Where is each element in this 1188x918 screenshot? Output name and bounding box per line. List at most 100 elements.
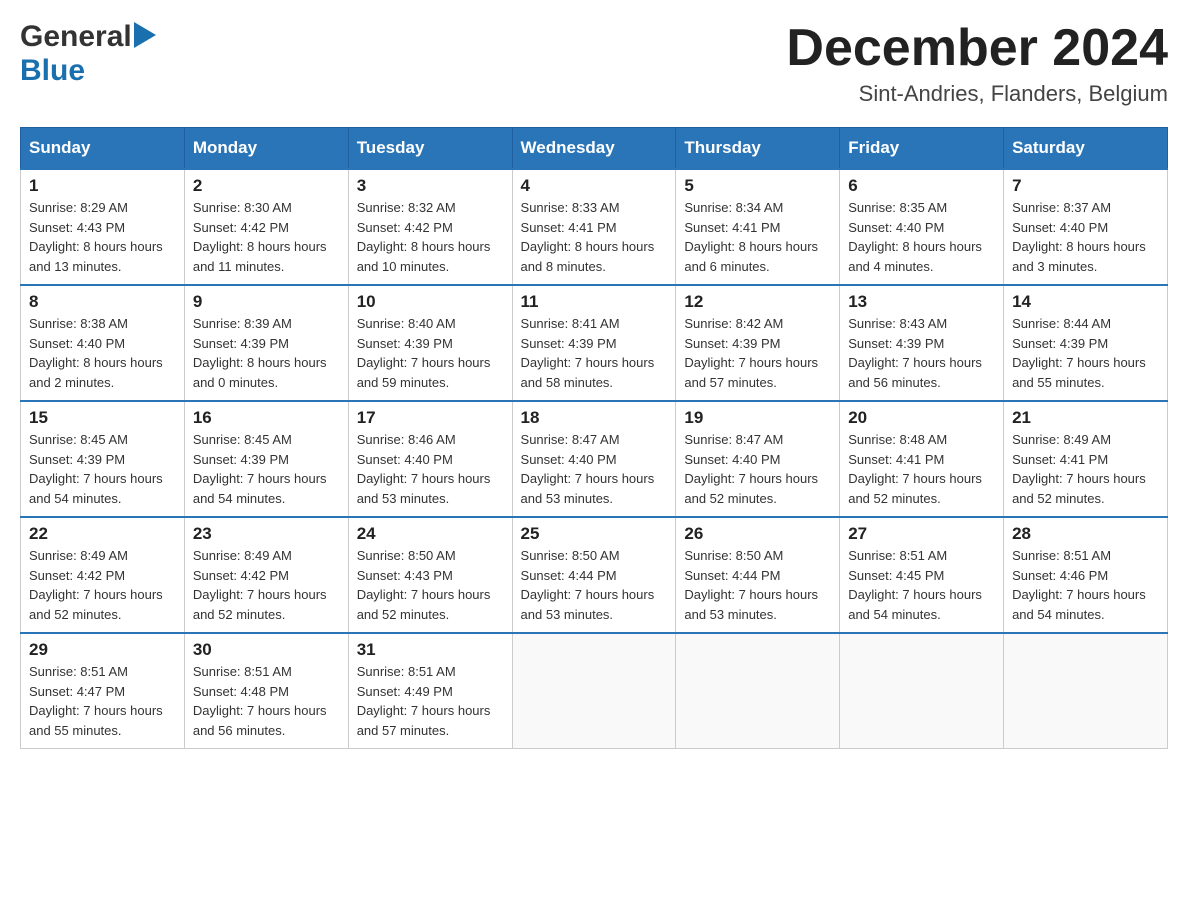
day-number: 9 bbox=[193, 292, 340, 312]
day-info: Sunrise: 8:48 AMSunset: 4:41 PMDaylight:… bbox=[848, 430, 995, 508]
day-info: Sunrise: 8:34 AMSunset: 4:41 PMDaylight:… bbox=[684, 198, 831, 276]
calendar-header: SundayMondayTuesdayWednesdayThursdayFrid… bbox=[21, 128, 1168, 170]
weekday-header-tuesday: Tuesday bbox=[348, 128, 512, 170]
day-number: 30 bbox=[193, 640, 340, 660]
day-info: Sunrise: 8:47 AMSunset: 4:40 PMDaylight:… bbox=[684, 430, 831, 508]
day-number: 31 bbox=[357, 640, 504, 660]
calendar-week-row: 8Sunrise: 8:38 AMSunset: 4:40 PMDaylight… bbox=[21, 285, 1168, 401]
calendar-cell: 25Sunrise: 8:50 AMSunset: 4:44 PMDayligh… bbox=[512, 517, 676, 633]
day-info: Sunrise: 8:40 AMSunset: 4:39 PMDaylight:… bbox=[357, 314, 504, 392]
calendar-cell: 28Sunrise: 8:51 AMSunset: 4:46 PMDayligh… bbox=[1004, 517, 1168, 633]
weekday-header-thursday: Thursday bbox=[676, 128, 840, 170]
calendar-week-row: 15Sunrise: 8:45 AMSunset: 4:39 PMDayligh… bbox=[21, 401, 1168, 517]
calendar-week-row: 29Sunrise: 8:51 AMSunset: 4:47 PMDayligh… bbox=[21, 633, 1168, 749]
day-info: Sunrise: 8:50 AMSunset: 4:44 PMDaylight:… bbox=[684, 546, 831, 624]
day-info: Sunrise: 8:49 AMSunset: 4:42 PMDaylight:… bbox=[29, 546, 176, 624]
day-number: 11 bbox=[521, 292, 668, 312]
calendar-cell: 29Sunrise: 8:51 AMSunset: 4:47 PMDayligh… bbox=[21, 633, 185, 749]
day-number: 27 bbox=[848, 524, 995, 544]
day-info: Sunrise: 8:50 AMSunset: 4:43 PMDaylight:… bbox=[357, 546, 504, 624]
calendar-cell: 1Sunrise: 8:29 AMSunset: 4:43 PMDaylight… bbox=[21, 169, 185, 285]
calendar-cell: 14Sunrise: 8:44 AMSunset: 4:39 PMDayligh… bbox=[1004, 285, 1168, 401]
day-number: 25 bbox=[521, 524, 668, 544]
calendar-cell: 20Sunrise: 8:48 AMSunset: 4:41 PMDayligh… bbox=[840, 401, 1004, 517]
calendar-cell: 8Sunrise: 8:38 AMSunset: 4:40 PMDaylight… bbox=[21, 285, 185, 401]
day-info: Sunrise: 8:32 AMSunset: 4:42 PMDaylight:… bbox=[357, 198, 504, 276]
day-number: 6 bbox=[848, 176, 995, 196]
calendar-cell: 11Sunrise: 8:41 AMSunset: 4:39 PMDayligh… bbox=[512, 285, 676, 401]
day-number: 18 bbox=[521, 408, 668, 428]
day-number: 1 bbox=[29, 176, 176, 196]
calendar-cell: 2Sunrise: 8:30 AMSunset: 4:42 PMDaylight… bbox=[184, 169, 348, 285]
day-info: Sunrise: 8:30 AMSunset: 4:42 PMDaylight:… bbox=[193, 198, 340, 276]
day-number: 10 bbox=[357, 292, 504, 312]
weekday-header-row: SundayMondayTuesdayWednesdayThursdayFrid… bbox=[21, 128, 1168, 170]
day-number: 13 bbox=[848, 292, 995, 312]
day-number: 20 bbox=[848, 408, 995, 428]
calendar-cell: 18Sunrise: 8:47 AMSunset: 4:40 PMDayligh… bbox=[512, 401, 676, 517]
day-number: 24 bbox=[357, 524, 504, 544]
calendar-cell: 24Sunrise: 8:50 AMSunset: 4:43 PMDayligh… bbox=[348, 517, 512, 633]
calendar-cell: 30Sunrise: 8:51 AMSunset: 4:48 PMDayligh… bbox=[184, 633, 348, 749]
day-info: Sunrise: 8:45 AMSunset: 4:39 PMDaylight:… bbox=[29, 430, 176, 508]
day-info: Sunrise: 8:50 AMSunset: 4:44 PMDaylight:… bbox=[521, 546, 668, 624]
day-number: 22 bbox=[29, 524, 176, 544]
weekday-header-wednesday: Wednesday bbox=[512, 128, 676, 170]
day-info: Sunrise: 8:38 AMSunset: 4:40 PMDaylight:… bbox=[29, 314, 176, 392]
calendar-table: SundayMondayTuesdayWednesdayThursdayFrid… bbox=[20, 127, 1168, 749]
weekday-header-saturday: Saturday bbox=[1004, 128, 1168, 170]
calendar-cell: 3Sunrise: 8:32 AMSunset: 4:42 PMDaylight… bbox=[348, 169, 512, 285]
day-info: Sunrise: 8:39 AMSunset: 4:39 PMDaylight:… bbox=[193, 314, 340, 392]
calendar-cell: 12Sunrise: 8:42 AMSunset: 4:39 PMDayligh… bbox=[676, 285, 840, 401]
day-info: Sunrise: 8:37 AMSunset: 4:40 PMDaylight:… bbox=[1012, 198, 1159, 276]
day-number: 7 bbox=[1012, 176, 1159, 196]
logo: General Blue bbox=[20, 20, 156, 88]
day-number: 14 bbox=[1012, 292, 1159, 312]
day-info: Sunrise: 8:47 AMSunset: 4:40 PMDaylight:… bbox=[521, 430, 668, 508]
calendar-cell: 15Sunrise: 8:45 AMSunset: 4:39 PMDayligh… bbox=[21, 401, 185, 517]
day-info: Sunrise: 8:44 AMSunset: 4:39 PMDaylight:… bbox=[1012, 314, 1159, 392]
calendar-cell: 16Sunrise: 8:45 AMSunset: 4:39 PMDayligh… bbox=[184, 401, 348, 517]
weekday-header-friday: Friday bbox=[840, 128, 1004, 170]
logo-triangle-icon bbox=[134, 22, 156, 48]
calendar-cell bbox=[1004, 633, 1168, 749]
calendar-cell: 6Sunrise: 8:35 AMSunset: 4:40 PMDaylight… bbox=[840, 169, 1004, 285]
calendar-cell: 9Sunrise: 8:39 AMSunset: 4:39 PMDaylight… bbox=[184, 285, 348, 401]
weekday-header-monday: Monday bbox=[184, 128, 348, 170]
day-number: 29 bbox=[29, 640, 176, 660]
day-number: 23 bbox=[193, 524, 340, 544]
calendar-cell: 7Sunrise: 8:37 AMSunset: 4:40 PMDaylight… bbox=[1004, 169, 1168, 285]
day-number: 4 bbox=[521, 176, 668, 196]
calendar-cell: 27Sunrise: 8:51 AMSunset: 4:45 PMDayligh… bbox=[840, 517, 1004, 633]
day-number: 21 bbox=[1012, 408, 1159, 428]
calendar-body: 1Sunrise: 8:29 AMSunset: 4:43 PMDaylight… bbox=[21, 169, 1168, 749]
calendar-cell bbox=[676, 633, 840, 749]
day-number: 19 bbox=[684, 408, 831, 428]
day-info: Sunrise: 8:51 AMSunset: 4:45 PMDaylight:… bbox=[848, 546, 995, 624]
day-number: 28 bbox=[1012, 524, 1159, 544]
month-title: December 2024 bbox=[786, 20, 1168, 77]
logo-blue-text: Blue bbox=[20, 54, 85, 87]
calendar-cell bbox=[512, 633, 676, 749]
day-info: Sunrise: 8:43 AMSunset: 4:39 PMDaylight:… bbox=[848, 314, 995, 392]
day-number: 17 bbox=[357, 408, 504, 428]
calendar-cell: 5Sunrise: 8:34 AMSunset: 4:41 PMDaylight… bbox=[676, 169, 840, 285]
calendar-cell: 4Sunrise: 8:33 AMSunset: 4:41 PMDaylight… bbox=[512, 169, 676, 285]
weekday-header-sunday: Sunday bbox=[21, 128, 185, 170]
day-info: Sunrise: 8:41 AMSunset: 4:39 PMDaylight:… bbox=[521, 314, 668, 392]
day-info: Sunrise: 8:42 AMSunset: 4:39 PMDaylight:… bbox=[684, 314, 831, 392]
day-number: 3 bbox=[357, 176, 504, 196]
calendar-week-row: 22Sunrise: 8:49 AMSunset: 4:42 PMDayligh… bbox=[21, 517, 1168, 633]
calendar-cell bbox=[840, 633, 1004, 749]
calendar-cell: 31Sunrise: 8:51 AMSunset: 4:49 PMDayligh… bbox=[348, 633, 512, 749]
day-number: 2 bbox=[193, 176, 340, 196]
calendar-week-row: 1Sunrise: 8:29 AMSunset: 4:43 PMDaylight… bbox=[21, 169, 1168, 285]
day-info: Sunrise: 8:33 AMSunset: 4:41 PMDaylight:… bbox=[521, 198, 668, 276]
day-info: Sunrise: 8:51 AMSunset: 4:48 PMDaylight:… bbox=[193, 662, 340, 740]
day-number: 15 bbox=[29, 408, 176, 428]
calendar-cell: 22Sunrise: 8:49 AMSunset: 4:42 PMDayligh… bbox=[21, 517, 185, 633]
day-number: 16 bbox=[193, 408, 340, 428]
page-header: General Blue December 2024 Sint-Andries,… bbox=[20, 20, 1168, 107]
day-info: Sunrise: 8:29 AMSunset: 4:43 PMDaylight:… bbox=[29, 198, 176, 276]
day-info: Sunrise: 8:46 AMSunset: 4:40 PMDaylight:… bbox=[357, 430, 504, 508]
